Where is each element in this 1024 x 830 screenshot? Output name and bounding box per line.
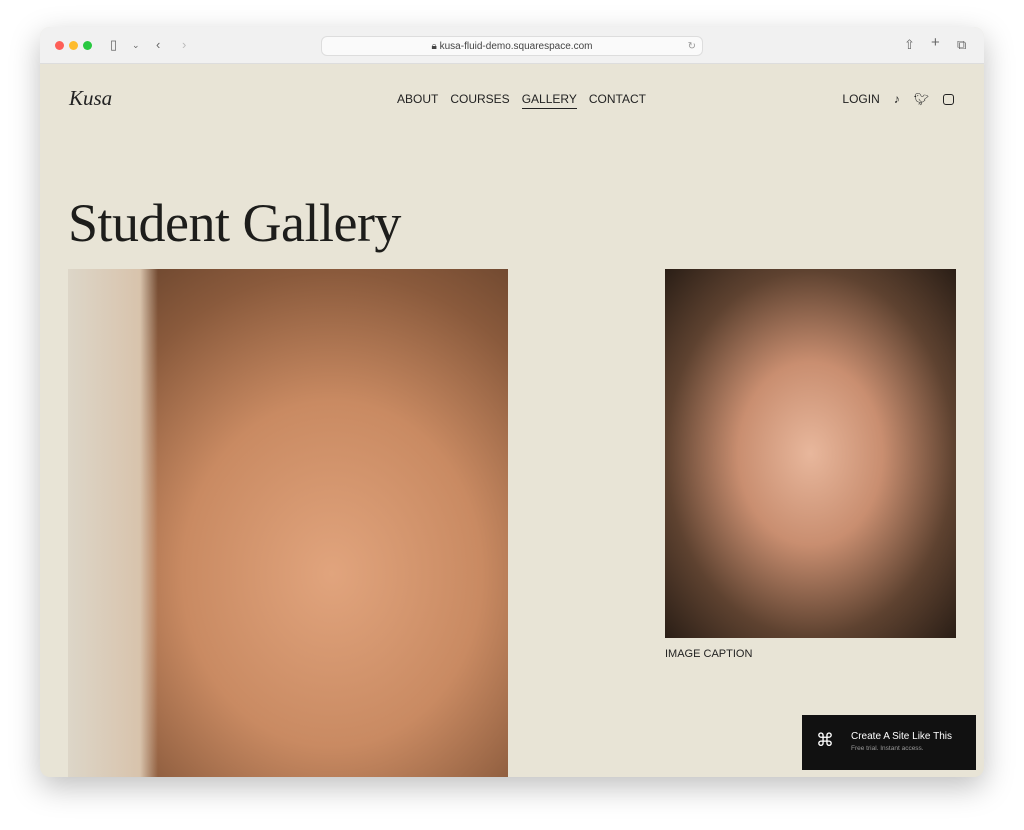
page-title: Student Gallery xyxy=(68,193,401,253)
chevron-down-icon[interactable]: ⌄ xyxy=(132,40,140,51)
sidebar-icon[interactable]: ▯ xyxy=(110,37,117,53)
forward-icon[interactable]: › xyxy=(182,37,186,52)
nav-gallery[interactable]: GALLERY xyxy=(521,92,577,109)
nav-contact[interactable]: CONTACT xyxy=(589,92,646,109)
gallery-image-woman[interactable] xyxy=(68,269,508,777)
maximize-button[interactable] xyxy=(83,41,92,50)
close-button[interactable] xyxy=(55,41,64,50)
nav-about[interactable]: ABOUT xyxy=(397,92,438,109)
back-icon[interactable]: ‹ xyxy=(156,37,160,52)
share-icon[interactable]: ⇧ xyxy=(904,37,915,53)
browser-window: ▯ ⌄ ‹ › 🔒︎ kusa-fluid-demo.squarespace.c… xyxy=(40,27,984,777)
lock-icon: 🔒︎ xyxy=(431,41,440,52)
image-caption: IMAGE CAPTION xyxy=(665,648,753,660)
nav-courses[interactable]: COURSES xyxy=(450,92,509,109)
gallery-image-man[interactable] xyxy=(665,269,956,638)
cta-title: Create A Site Like This xyxy=(851,731,952,742)
twitter-icon[interactable]: 🐦︎ xyxy=(914,92,929,106)
header-actions: LOGIN ♪ 🐦︎ xyxy=(842,92,954,106)
tiktok-icon[interactable]: ♪ xyxy=(894,92,900,106)
main-nav: ABOUT COURSES GALLERY CONTACT xyxy=(397,92,646,109)
minimize-button[interactable] xyxy=(69,41,78,50)
create-site-banner[interactable]: ⌘ Create A Site Like This Free trial. In… xyxy=(802,715,976,770)
login-link[interactable]: LOGIN xyxy=(842,92,879,106)
instagram-icon[interactable] xyxy=(943,93,954,105)
site-logo[interactable]: Kusa xyxy=(69,86,112,111)
browser-toolbar: ▯ ⌄ ‹ › 🔒︎ kusa-fluid-demo.squarespace.c… xyxy=(40,27,984,64)
address-bar[interactable]: 🔒︎ kusa-fluid-demo.squarespace.com ↻ xyxy=(321,36,703,56)
new-tab-icon[interactable]: + xyxy=(931,34,940,51)
squarespace-logo-icon: ⌘ xyxy=(816,730,834,750)
page: Kusa ABOUT COURSES GALLERY CONTACT LOGIN… xyxy=(40,64,984,777)
reload-icon[interactable]: ↻ xyxy=(688,37,696,56)
tabs-overview-icon[interactable]: ⧉ xyxy=(957,37,966,53)
cta-subtitle: Free trial. Instant access. xyxy=(851,745,924,752)
url-text: kusa-fluid-demo.squarespace.com xyxy=(439,41,593,52)
